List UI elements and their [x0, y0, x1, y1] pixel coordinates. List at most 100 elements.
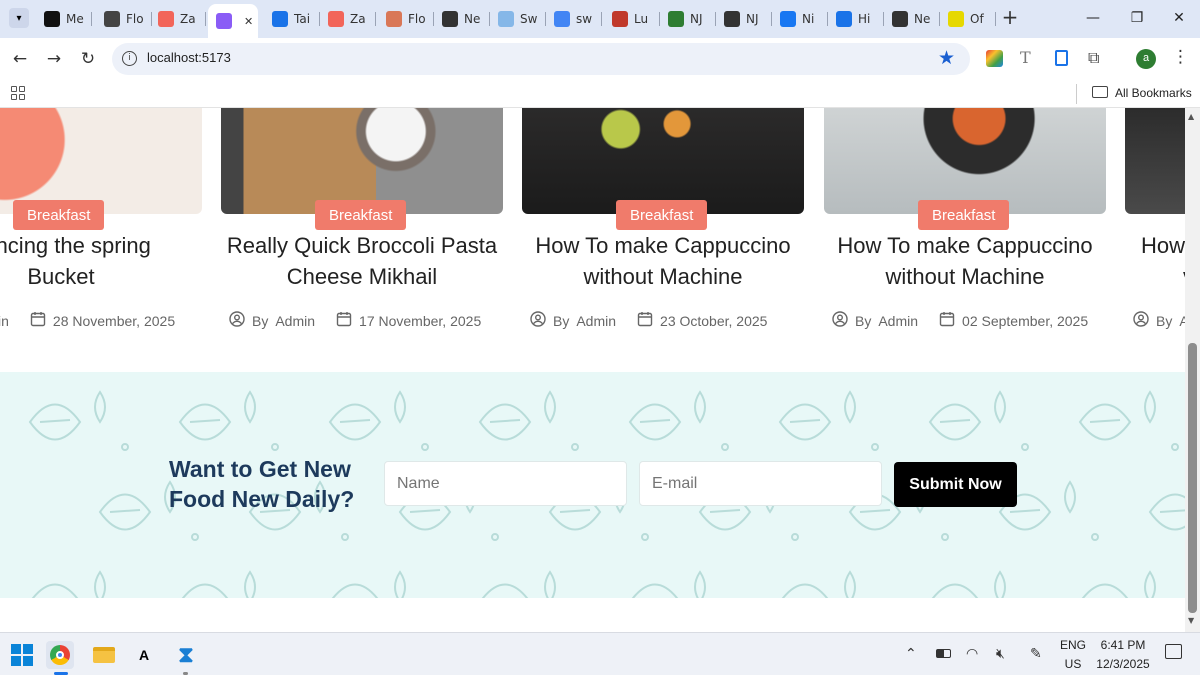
category-badge[interactable]: Breakfast: [13, 200, 105, 230]
blog-card-meta: in 28 November, 2025: [0, 311, 175, 330]
blog-card-image[interactable]: [0, 108, 202, 214]
new-tab-button[interactable]: +: [1000, 7, 1020, 28]
blog-card-title[interactable]: ouncing the spring Bucket: [0, 230, 202, 292]
name-input[interactable]: [384, 461, 627, 506]
browser-tab[interactable]: Sw: [490, 6, 546, 32]
folder-icon: [1092, 86, 1108, 98]
pen-icon[interactable]: ✎: [1030, 646, 1042, 662]
extension-color-icon[interactable]: [986, 50, 1003, 67]
vscode-icon[interactable]: ⧗: [172, 641, 200, 669]
tab-label: sw: [576, 12, 593, 26]
battery-icon[interactable]: [936, 649, 951, 658]
blog-card-meta: By Admin 23 October, 2025: [530, 311, 767, 330]
bookmark-star-icon[interactable]: ★: [938, 47, 955, 69]
extensions-puzzle-icon[interactable]: ⧉: [1088, 48, 1099, 68]
back-button[interactable]: ←: [8, 47, 32, 71]
title-line: ouncing the spring: [0, 233, 151, 258]
blog-card-title[interactable]: How To make Cappuccino without Machine: [824, 230, 1106, 292]
tab-search-icon[interactable]: ▾: [9, 8, 29, 28]
address-bar[interactable]: i localhost:5173 ★: [112, 43, 970, 75]
browser-tab[interactable]: ✕: [208, 4, 258, 38]
browser-tab[interactable]: Ni: [772, 6, 828, 32]
profile-avatar[interactable]: a: [1136, 49, 1156, 69]
site-info-icon[interactable]: i: [122, 51, 137, 66]
blog-card-image[interactable]: [221, 108, 503, 214]
notion-icon: [44, 11, 60, 27]
browser-tab[interactable]: Za: [320, 6, 376, 32]
user-icon: [1133, 311, 1149, 330]
page-scrollbar[interactable]: ▲ ▼: [1185, 108, 1200, 632]
tab-label: Flo: [126, 12, 144, 26]
browser-tab[interactable]: Me: [36, 6, 92, 32]
blog-card-title[interactable]: How To make Cappuccino without Machine: [522, 230, 804, 292]
forward-button[interactable]: →: [42, 47, 66, 71]
all-bookmarks-link[interactable]: All Bookmarks: [1115, 86, 1192, 100]
browser-tab[interactable]: Hi: [828, 6, 884, 32]
tray-chevron-up-icon[interactable]: ⌃: [905, 646, 917, 662]
title-line: Really Quick Broccoli Pasta: [226, 233, 498, 258]
post-date: 02 September, 2025: [962, 312, 1089, 329]
windows-start-icon[interactable]: [8, 641, 36, 669]
newsletter-title: Want to Get New Food New Daily?: [169, 456, 355, 512]
browser-tab[interactable]: Ne: [884, 6, 940, 32]
category-badge[interactable]: Breakfast: [616, 200, 708, 230]
close-window-button[interactable]: ✕: [1156, 0, 1200, 36]
newsletter-section: Want to Get New Food New Daily? Submit N…: [0, 372, 1185, 598]
email-input[interactable]: [639, 461, 882, 506]
scrollbar-thumb[interactable]: [1188, 343, 1197, 613]
history-icon: [836, 11, 852, 27]
submit-now-button[interactable]: Submit Now: [894, 462, 1017, 507]
blog-card-title[interactable]: How v: [1125, 230, 1185, 292]
browser-tab[interactable]: sw: [546, 6, 602, 32]
maximize-button[interactable]: ❐: [1114, 0, 1160, 36]
blog-card-image[interactable]: [824, 108, 1106, 214]
bookmarks-bar: All Bookmarks: [0, 80, 1200, 108]
language-indicator[interactable]: ENG US: [1058, 636, 1088, 674]
chrome-taskbar-icon[interactable]: [46, 641, 74, 669]
minimize-button[interactable]: —: [1070, 0, 1116, 36]
browser-tab[interactable]: NJ: [716, 6, 772, 32]
title-line: How To make Cappuccino: [535, 233, 791, 258]
browser-tab[interactable]: Lu: [604, 6, 660, 32]
author-name[interactable]: Admin: [878, 313, 918, 329]
tab-label: Ni: [802, 12, 815, 26]
notification-icon[interactable]: [1165, 644, 1182, 659]
tab-label: NJ: [746, 12, 759, 26]
extension-text-icon[interactable]: T: [1020, 48, 1031, 67]
close-tab-icon[interactable]: ✕: [244, 15, 253, 28]
apps-grid-icon[interactable]: [11, 86, 25, 100]
user-icon: [229, 311, 245, 330]
browser-tab[interactable]: Flo: [96, 6, 152, 32]
url-text[interactable]: localhost:5173: [147, 50, 231, 65]
reload-button[interactable]: ↻: [76, 47, 100, 71]
author-prefix: By: [1156, 312, 1173, 329]
browser-tab[interactable]: Ne: [434, 6, 490, 32]
tab-label: NJ: [690, 12, 703, 26]
extension-doc-icon[interactable]: [1055, 50, 1068, 66]
browser-tab[interactable]: NJ: [660, 6, 716, 32]
tab-label: Flo: [408, 12, 426, 26]
blog-card-title[interactable]: Really Quick Broccoli Pasta Cheese Mikhai…: [221, 230, 503, 292]
vite-icon: [216, 13, 232, 29]
author-name[interactable]: Admin: [576, 313, 616, 329]
author-name[interactable]: Admin: [275, 313, 315, 329]
category-badge[interactable]: Breakfast: [315, 200, 407, 230]
browser-tab[interactable]: Of: [940, 6, 996, 32]
browser-toolbar: ← → ↻ i localhost:5173 ★ T ⧉ a ⋮: [0, 38, 1200, 80]
browser-tab-strip: ▾ Me Flo Za ✕ Tai Za Flo Ne Sw sw Lu NJ NJ Ni Hi Ne Of +…: [0, 0, 1200, 38]
volume-muted-icon[interactable]: 🔇︎: [996, 646, 1005, 662]
browser-menu-icon[interactable]: ⋮: [1172, 47, 1189, 67]
app-a-icon[interactable]: A: [130, 641, 158, 669]
browser-tab[interactable]: Flo: [378, 6, 434, 32]
author-name[interactable]: in: [0, 313, 9, 329]
system-clock[interactable]: 6:41 PM 12/3/2025: [1092, 636, 1154, 674]
browser-tab[interactable]: Za: [150, 6, 206, 32]
category-badge[interactable]: Breakfast: [918, 200, 1010, 230]
file-explorer-icon[interactable]: [90, 641, 118, 669]
wifi-icon[interactable]: ◠: [966, 646, 978, 662]
browser-tab[interactable]: Tai: [264, 6, 320, 32]
title-line: without Machine: [583, 264, 743, 289]
blog-card-image[interactable]: [1125, 108, 1185, 214]
author-prefix: By: [855, 312, 872, 329]
blog-card-image[interactable]: [522, 108, 804, 214]
